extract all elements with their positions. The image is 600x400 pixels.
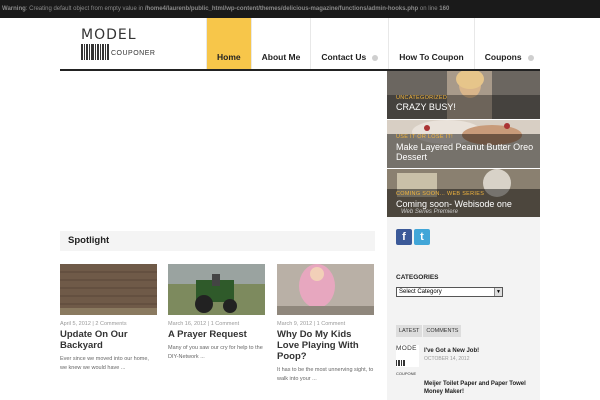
post-excerpt: Many of you saw our cry for help to the … [168, 345, 263, 360]
post-title[interactable]: A Prayer Request [168, 329, 265, 340]
featured-title[interactable]: Make Layered Peanut Butter Oreo Dessert [396, 142, 536, 162]
post-comments-link[interactable]: 1 Comment [317, 321, 345, 327]
nav-item-coupons[interactable]: Coupons [473, 18, 544, 70]
featured-title[interactable]: CRAZY BUSY! [396, 102, 456, 112]
warning-label: Warning [2, 6, 26, 12]
post-image-kid[interactable] [277, 264, 374, 315]
main-nav: Home About Me Contact Us How To Coupon C… [206, 18, 544, 70]
spotlight-card-3: March 9, 2012 | 1 Comment Why Do My Kids… [277, 264, 374, 384]
post-date: March 16, 2012 [168, 321, 207, 327]
nav-item-contact-us[interactable]: Contact Us [310, 18, 388, 70]
nav-item-how-to-coupon[interactable]: How To Coupon [388, 18, 474, 70]
spotlight-heading-bar: Spotlight [60, 231, 375, 251]
warning-message: : Creating default object from empty val… [25, 6, 144, 12]
post-thumbnail [396, 378, 419, 400]
featured-post-3[interactable]: COMING SOON... WEB SERIES Coming soon- W… [387, 169, 540, 217]
category-select[interactable]: Select Category ▼ [396, 287, 503, 297]
latest-post-title[interactable]: I've Got a New Job! [424, 347, 536, 355]
category-select-value: Select Category [399, 289, 442, 295]
dropdown-indicator-icon [372, 55, 379, 61]
post-excerpt: It has to be the most unnerving sight, t… [277, 367, 374, 382]
logo-text-top: MODEL [81, 27, 137, 43]
thumb-logo-top: MODE [396, 345, 417, 352]
php-warning-bar: Warning: Creating default object from em… [0, 0, 600, 18]
post-image-tractor[interactable] [168, 264, 265, 315]
nav-item-home[interactable]: Home [206, 18, 251, 70]
featured-title[interactable]: Coming soon- Webisode one [396, 199, 512, 209]
featured-overlay-text: Web Series Premiere [401, 209, 458, 215]
sidebar-tabs: LATEST COMMENTS [396, 325, 462, 337]
featured-category[interactable]: COMING SOON... WEB SERIES [396, 191, 484, 197]
social-links: f t [396, 229, 430, 245]
tab-comments[interactable]: COMMENTS [423, 325, 462, 337]
post-meta: March 9, 2012 | 1 Comment [277, 321, 346, 327]
post-comments-link[interactable]: 1 Comment [211, 321, 239, 327]
spotlight-card-2: March 16, 2012 | 1 Comment A Prayer Requ… [168, 264, 265, 362]
spotlight-card-1: April 5, 2012 | 2 Comments Update On Our… [60, 264, 157, 373]
twitter-icon[interactable]: t [414, 229, 430, 245]
featured-post-2[interactable]: USE IT OR LOSE IT! Make Layered Peanut B… [387, 120, 540, 168]
post-image-brick-wall[interactable] [60, 264, 157, 315]
featured-post-1[interactable]: UNCATEGORIZED CRAZY BUSY! [387, 71, 540, 119]
latest-post-title[interactable]: Meijer Toilet Paper and Paper Towel Mone… [424, 380, 536, 396]
logo-text-bottom: COUPONER [111, 50, 156, 57]
post-thumbnail: MODE COUPONE [396, 345, 419, 376]
barcode-icon [81, 44, 109, 60]
barcode-icon [396, 360, 405, 366]
tab-latest[interactable]: LATEST [396, 325, 423, 337]
warning-path: /home4/laurenb/public_html/wp-content/th… [144, 6, 419, 12]
dropdown-indicator-icon [527, 55, 534, 61]
facebook-icon[interactable]: f [396, 229, 412, 245]
sidebar: f t CATEGORIES Select Category ▼ LATEST … [387, 217, 540, 400]
categories-heading: CATEGORIES [396, 274, 439, 281]
chevron-down-icon: ▼ [494, 288, 502, 296]
featured-category[interactable]: UNCATEGORIZED [396, 95, 447, 101]
post-comments-link[interactable]: 2 Comments [95, 321, 126, 327]
post-date: April 5, 2012 [60, 321, 91, 327]
warning-line-text: on line [419, 6, 438, 12]
warning-line-number: 160 [439, 6, 450, 12]
thumb-logo-bottom: COUPONE [396, 371, 417, 376]
post-meta: March 16, 2012 | 1 Comment [168, 321, 240, 327]
post-date: March 9, 2012 [277, 321, 313, 327]
spotlight-heading: Spotlight [68, 235, 110, 246]
nav-item-about-me[interactable]: About Me [250, 18, 311, 70]
featured-category[interactable]: USE IT OR LOSE IT! [396, 134, 453, 140]
post-excerpt: Ever since we moved into our home, we kn… [60, 356, 149, 371]
site-logo[interactable]: MODEL COUPONER [81, 27, 155, 62]
post-title[interactable]: Update On Our Backyard [60, 329, 157, 351]
post-title[interactable]: Why Do My Kids Love Playing With Poop? [277, 329, 374, 362]
latest-post-date: OCTOBER 14, 2012 [424, 356, 470, 362]
post-meta: April 5, 2012 | 2 Comments [60, 321, 127, 327]
